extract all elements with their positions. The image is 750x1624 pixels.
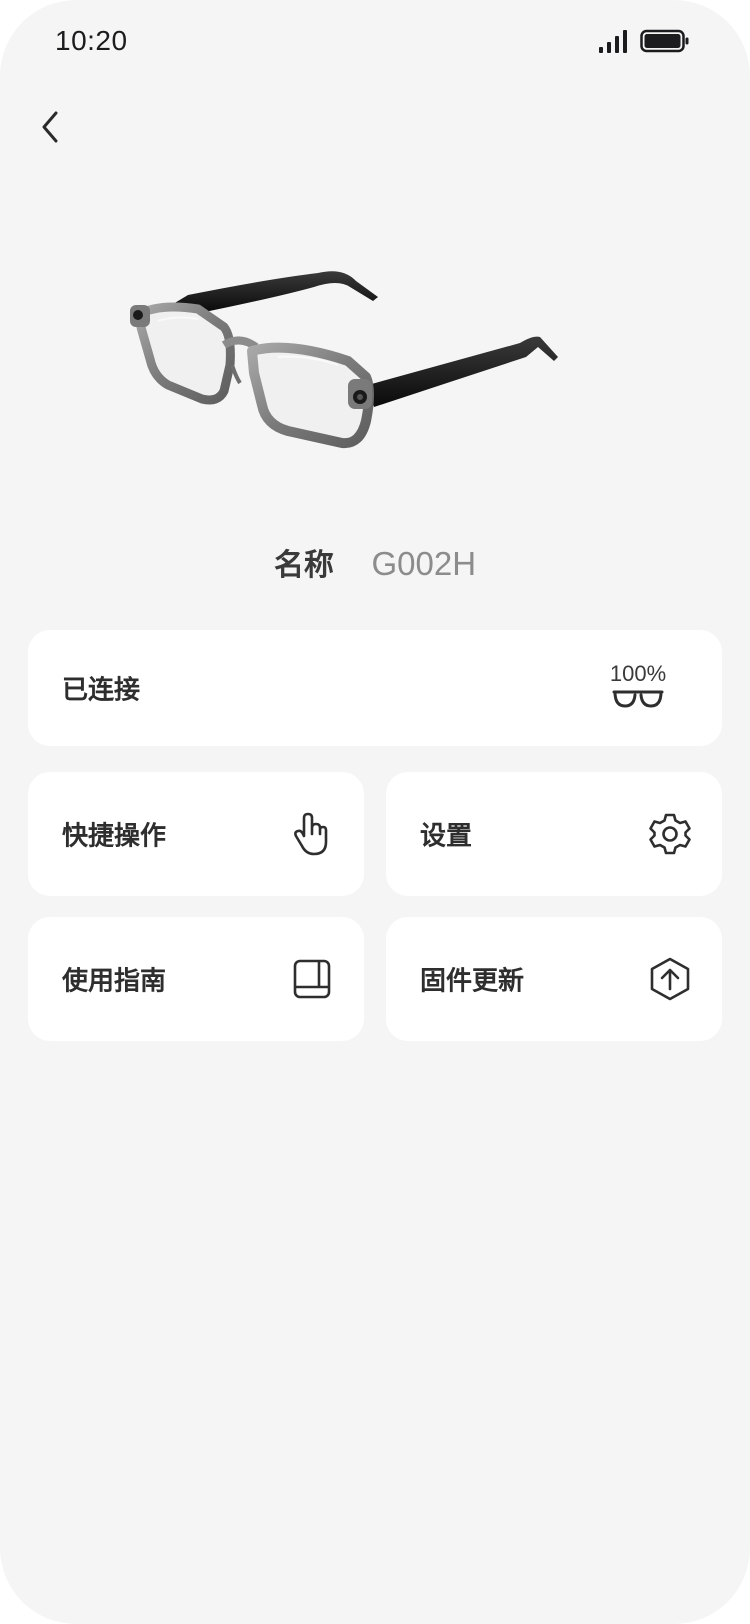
device-name-row: 名称 G002H bbox=[0, 538, 750, 592]
cellular-signal-icon bbox=[599, 30, 627, 53]
phone-screen: 10:20 名称 G002H 已连接 100% 快捷操作 设置 使用指南 固件更… bbox=[0, 0, 750, 1624]
battery-icon bbox=[640, 29, 689, 53]
status-time: 10:20 bbox=[55, 25, 128, 56]
user-guide-label: 使用指南 bbox=[62, 966, 167, 997]
settings-card[interactable]: 设置 bbox=[386, 772, 722, 896]
touch-gesture-icon bbox=[294, 812, 328, 856]
status-bar: 10:20 bbox=[0, 0, 750, 90]
device-name-label: 名称 bbox=[273, 548, 334, 583]
gear-icon bbox=[649, 813, 691, 855]
smart-glasses-image bbox=[130, 271, 558, 449]
user-guide-card[interactable]: 使用指南 bbox=[28, 917, 364, 1041]
upload-arrow-icon bbox=[650, 957, 690, 1001]
device-name-value: G002H bbox=[371, 545, 477, 582]
firmware-update-label: 固件更新 bbox=[420, 966, 525, 997]
glasses-icon bbox=[612, 690, 664, 708]
glasses-battery: 100% bbox=[606, 662, 670, 710]
firmware-update-card[interactable]: 固件更新 bbox=[386, 917, 722, 1041]
connection-status-card: 已连接 100% bbox=[28, 630, 722, 746]
back-button[interactable] bbox=[28, 102, 72, 152]
shortcut-actions-label: 快捷操作 bbox=[62, 821, 167, 852]
settings-label: 设置 bbox=[420, 821, 473, 852]
connection-status-label: 已连接 bbox=[62, 675, 141, 706]
glasses-battery-percent: 100% bbox=[609, 661, 667, 686]
book-icon bbox=[293, 959, 331, 999]
chevron-left-icon bbox=[42, 111, 58, 143]
shortcut-actions-card[interactable]: 快捷操作 bbox=[28, 772, 364, 896]
